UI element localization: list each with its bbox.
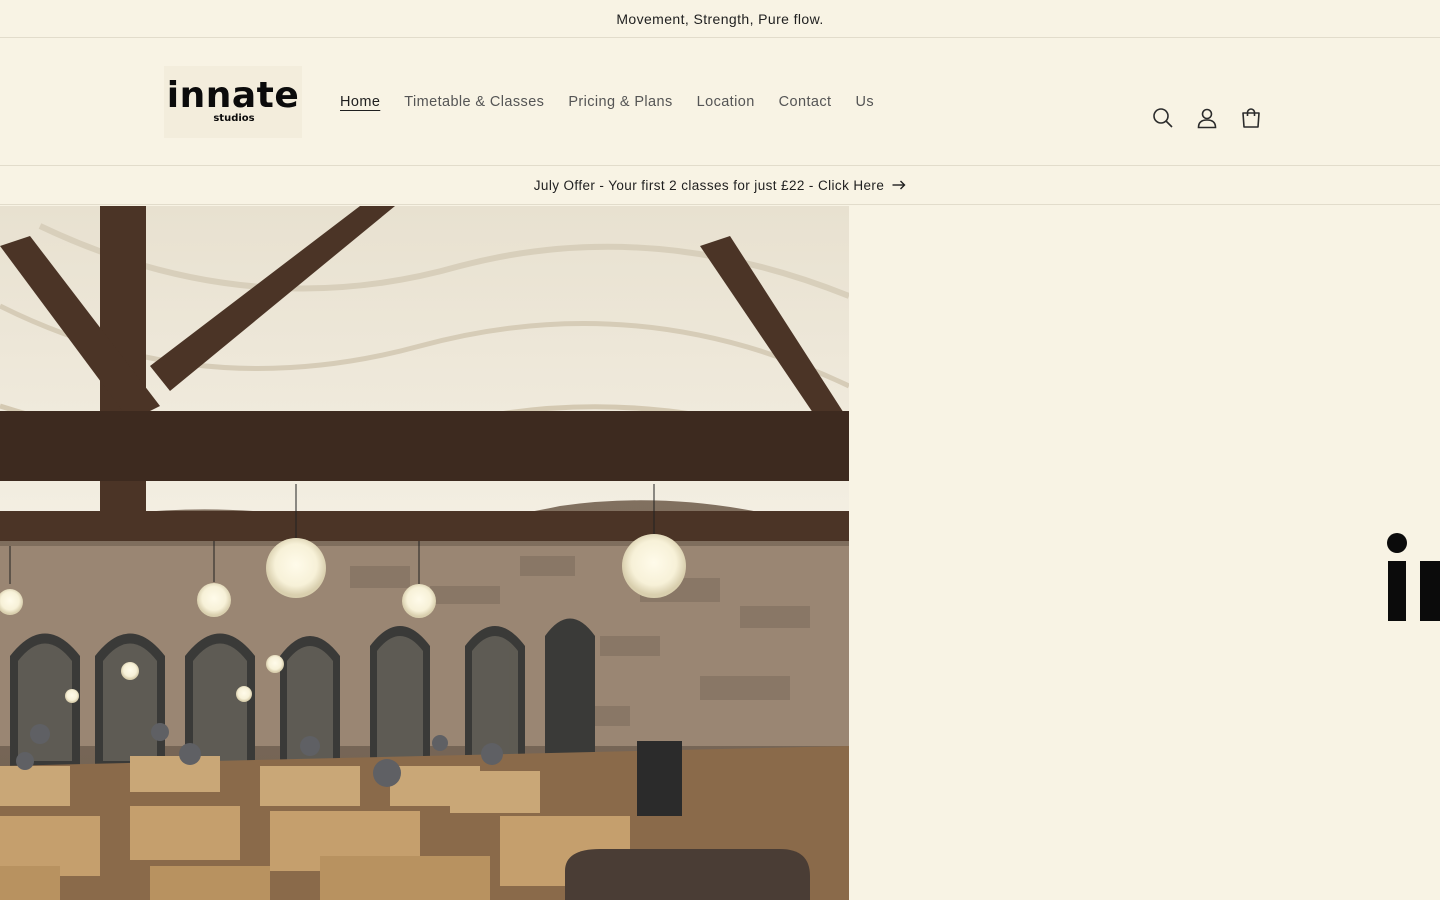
nav-item-home[interactable]: Home <box>328 94 392 110</box>
main-nav: Home Timetable & Classes Pricing & Plans… <box>328 88 886 116</box>
search-button[interactable] <box>1141 96 1185 140</box>
announcement-text: Movement, Strength, Pure flow. <box>616 10 824 27</box>
nav-item-pricing[interactable]: Pricing & Plans <box>556 94 684 110</box>
logo-letter-i <box>1387 533 1440 621</box>
offer-text: July Offer - Your first 2 classes for ju… <box>533 177 885 193</box>
hero-section <box>0 206 1440 900</box>
header-icons <box>1141 96 1273 140</box>
nav-item-location[interactable]: Location <box>685 94 767 110</box>
announcement-bar: Movement, Strength, Pure flow. <box>0 0 1440 38</box>
nav-item-contact[interactable]: Contact <box>767 94 844 110</box>
nav-item-us[interactable]: Us <box>843 94 886 110</box>
site-header: innate studios Home Timetable & Classes … <box>0 38 1440 166</box>
logo-word: innate <box>166 75 300 116</box>
search-icon <box>1153 108 1173 128</box>
offer-link[interactable]: July Offer - Your first 2 classes for ju… <box>0 166 1440 205</box>
account-button[interactable] <box>1185 96 1229 140</box>
site-logo[interactable]: innate studios <box>164 66 302 138</box>
cart-button[interactable] <box>1229 96 1273 140</box>
arrow-right-icon <box>892 180 906 190</box>
logo-subtitle: studios <box>213 113 255 124</box>
hero-image <box>0 206 849 900</box>
account-icon <box>1197 108 1217 129</box>
studio-photo <box>0 206 849 900</box>
cart-icon <box>1242 108 1260 128</box>
hero-logo-fragment <box>1384 532 1440 622</box>
nav-item-timetable[interactable]: Timetable & Classes <box>392 94 556 110</box>
